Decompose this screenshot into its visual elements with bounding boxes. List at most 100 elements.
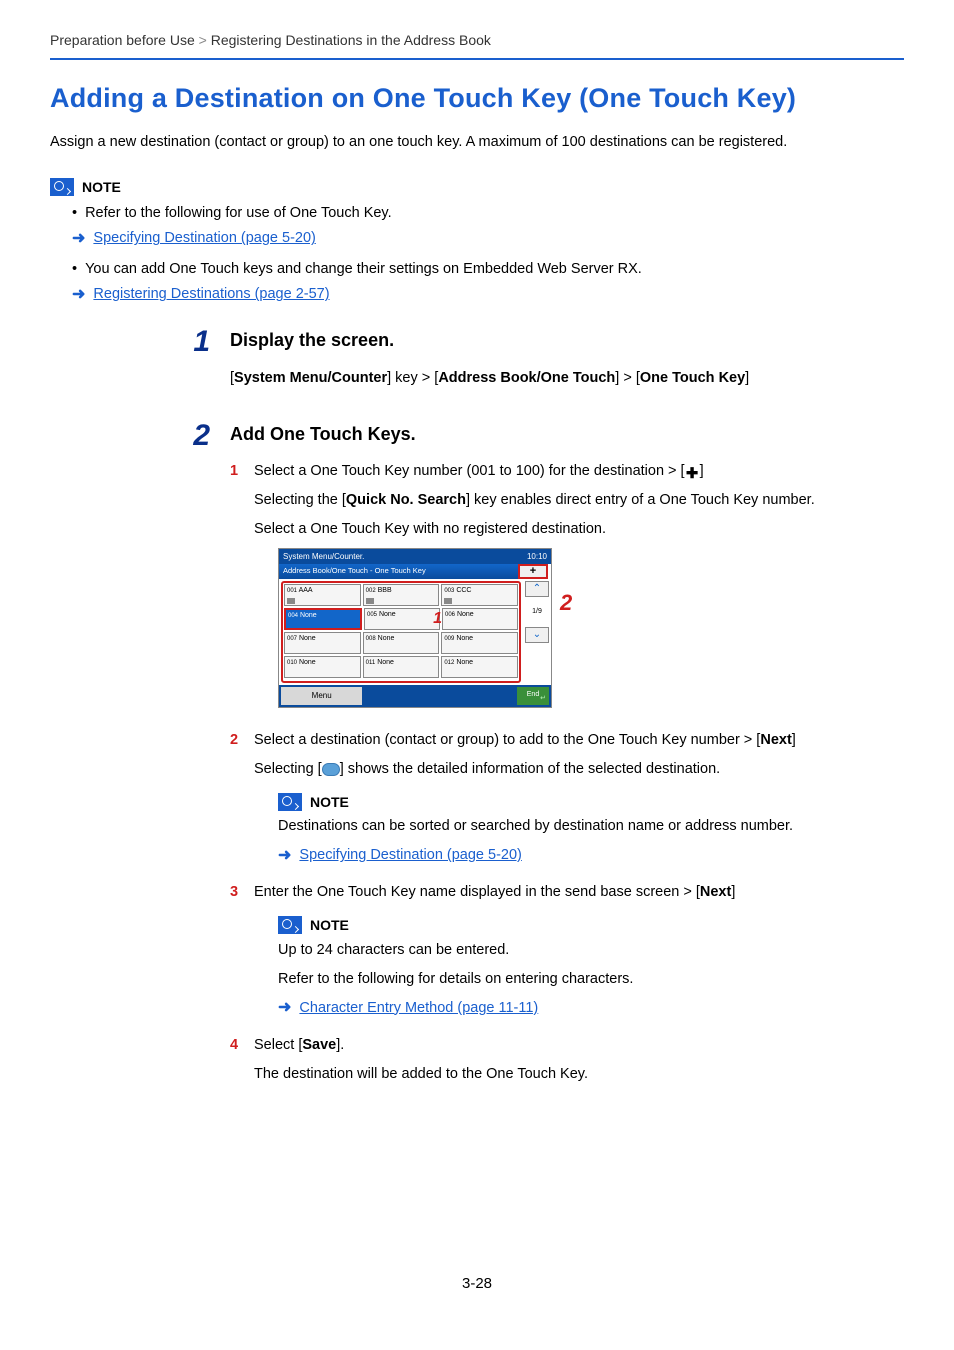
note-label: NOTE [82, 177, 121, 197]
t: System Menu/Counter [234, 370, 387, 386]
one-touch-cell-008[interactable]: 008 None [363, 632, 440, 654]
t: Selecting [ [254, 761, 322, 777]
substep-3-line1: Enter the One Touch Key name displayed i… [254, 882, 904, 903]
note-label: NOTE [310, 915, 349, 935]
note-ref-2: ➜ Registering Destinations (page 2-57) [72, 284, 904, 305]
link-character-entry[interactable]: Character Entry Method (page 11-11) [299, 998, 538, 1019]
t: Select a One Touch Key number (001 to 10… [254, 463, 685, 479]
breadcrumb: Preparation before Use > Registering Des… [50, 30, 904, 60]
step-2: 2 Add One Touch Keys. 1 Select a One Tou… [50, 421, 904, 1093]
step-1-path: [System Menu/Counter] key > [Address Boo… [230, 368, 904, 389]
scroll-down-button[interactable] [525, 627, 549, 643]
one-touch-cell-003[interactable]: 003 CCC [441, 584, 518, 606]
one-touch-cell-005[interactable]: 005 None1 [364, 608, 440, 630]
t: One Touch Key [640, 370, 745, 386]
key-grid: 001 AAA002 BBB003 CCC 004 None005 None10… [281, 581, 521, 683]
note-icon [278, 793, 302, 811]
substep-2-line2: Selecting [ ] shows the detailed informat… [254, 759, 904, 780]
one-touch-cell-011[interactable]: 011 None [363, 656, 440, 678]
substep-2: 2 Select a destination (contact or group… [230, 730, 904, 876]
substep-1-line2: Selecting the [Quick No. Search] key ena… [254, 490, 904, 511]
t: Selecting the [ [254, 492, 346, 508]
screen-time: 10:10 [527, 551, 547, 563]
t: Select a destination (contact or group) … [254, 732, 760, 748]
note-box: NOTE • Refer to the following for use of… [50, 177, 904, 305]
callout-1: 1 [433, 607, 442, 630]
substep-2-line1: Select a destination (contact or group) … [254, 730, 904, 751]
side-controls: 1/9 [523, 579, 551, 685]
breadcrumb-sep: > [199, 32, 207, 48]
note-icon [278, 916, 302, 934]
t: Quick No. Search [346, 492, 466, 508]
bullet-dot: • [72, 203, 77, 224]
link-specifying-destination[interactable]: Specifying Destination (page 5-20) [93, 228, 315, 249]
step-1-number: 1 [50, 327, 210, 398]
t: Save [302, 1037, 336, 1053]
t: ]. [336, 1037, 344, 1053]
t: Address Book/One Touch [438, 370, 615, 386]
breadcrumb-page: Registering Destinations in the Address … [211, 32, 491, 48]
note-bullet-1-text: Refer to the following for use of One To… [85, 203, 392, 224]
arrow-icon: ➜ [72, 231, 85, 247]
note-label: NOTE [310, 792, 349, 812]
one-touch-cell-007[interactable]: 007 None [284, 632, 361, 654]
one-touch-cell-004[interactable]: 004 None [284, 608, 362, 630]
link-specifying-destination-2[interactable]: Specifying Destination (page 5-20) [299, 845, 521, 866]
substep-1-line1: Select a One Touch Key number (001 to 10… [254, 461, 904, 482]
link-registering-destinations[interactable]: Registering Destinations (page 2-57) [93, 284, 329, 305]
breadcrumb-section: Preparation before Use [50, 32, 195, 48]
substep-1-line3: Select a One Touch Key with no registere… [254, 519, 904, 540]
one-touch-cell-009[interactable]: 009 None [441, 632, 518, 654]
fax-icon [444, 598, 452, 604]
substep-4: 4 Select [Save]. The destination will be… [230, 1035, 904, 1093]
t: ] [745, 370, 749, 386]
one-touch-cell-006[interactable]: 006 None [442, 608, 518, 630]
substep-4-line2: The destination will be added to the One… [254, 1064, 904, 1085]
page-title: Adding a Destination on One Touch Key (O… [50, 82, 904, 116]
substep-1-num: 1 [230, 461, 244, 724]
t: Select [ [254, 1037, 302, 1053]
menu-button[interactable]: Menu [281, 687, 362, 705]
note-bullet-2-text: You can add One Touch keys and change th… [85, 259, 642, 280]
t: Enter the One Touch Key name displayed i… [254, 884, 700, 900]
note-ref-1: ➜ Specifying Destination (page 5-20) [72, 228, 904, 249]
one-touch-cell-001[interactable]: 001 AAA [284, 584, 361, 606]
t: Next [700, 884, 731, 900]
screen-panel: System Menu/Counter. 10:10 Address Book/… [278, 548, 552, 708]
note-icon [50, 178, 74, 196]
page-number: 3-28 [50, 1273, 904, 1295]
fax-icon [287, 598, 295, 604]
substep-4-line1: Select [Save]. [254, 1035, 904, 1056]
t: ] > [ [615, 370, 640, 386]
one-touch-cell-010[interactable]: 010 None [284, 656, 361, 678]
end-button[interactable]: End [517, 687, 549, 705]
screen-title: System Menu/Counter. [283, 551, 364, 563]
one-touch-cell-012[interactable]: 012 None [441, 656, 518, 678]
screen-subtitle: Address Book/One Touch - One Touch Key [279, 564, 518, 579]
t: Next [760, 732, 791, 748]
arrow-icon: ➜ [278, 1000, 291, 1016]
plus-icon: ✚ [685, 467, 700, 482]
substep-2-num: 2 [230, 730, 244, 876]
callout-2: 2 [560, 587, 572, 619]
fax-icon [366, 598, 374, 604]
scroll-up-button[interactable] [525, 581, 549, 597]
t: ] shows the detailed information of the … [340, 761, 720, 777]
bullet-dot: • [72, 259, 77, 280]
step-1-title: Display the screen. [230, 327, 904, 353]
page-indicator: 1/9 [532, 599, 542, 625]
screen-footer: Menu End [279, 685, 551, 707]
add-button[interactable]: + [518, 564, 548, 579]
substep-2-note: NOTE Destinations can be sorted or searc… [278, 792, 904, 866]
substep-3-note-text1: Up to 24 characters can be entered. [278, 940, 904, 961]
substep-3-num: 3 [230, 882, 244, 1028]
note-bullet-1: • Refer to the following for use of One … [72, 203, 904, 224]
t: ] [792, 732, 796, 748]
substep-3-note: NOTE Up to 24 characters can be entered.… [278, 915, 904, 1018]
t: ] key enables direct entry of a One Touc… [466, 492, 815, 508]
substep-3-note-text2: Refer to the following for details on en… [278, 969, 904, 990]
substep-4-num: 4 [230, 1035, 244, 1093]
one-touch-cell-002[interactable]: 002 BBB [363, 584, 440, 606]
step-2-title: Add One Touch Keys. [230, 421, 904, 447]
substep-3: 3 Enter the One Touch Key name displayed… [230, 882, 904, 1028]
